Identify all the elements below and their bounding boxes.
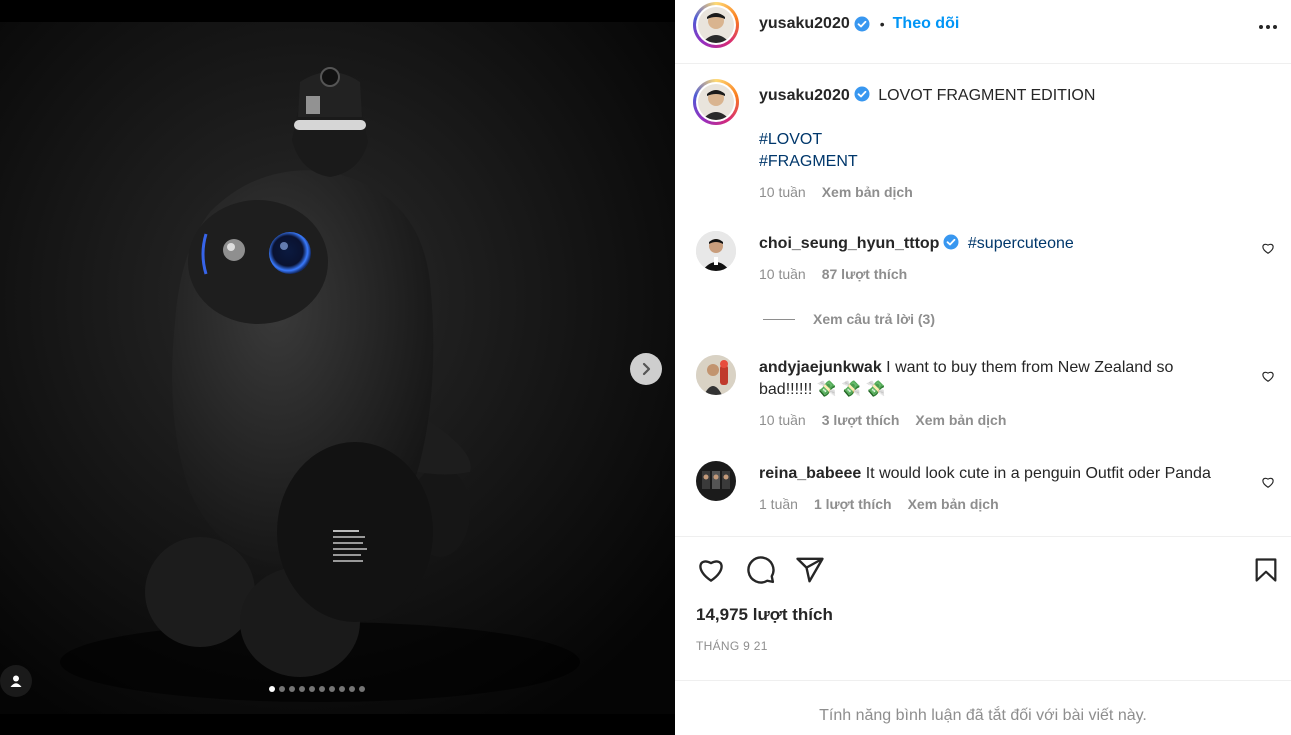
tagged-users-button[interactable] xyxy=(0,665,32,697)
more-horizontal-icon xyxy=(1259,25,1277,29)
more-options-button[interactable] xyxy=(1257,16,1279,43)
comments-list[interactable]: yusaku2020 LOVOT FRAGMENT EDITION #LOVOT… xyxy=(675,65,1291,536)
verified-badge-icon xyxy=(854,86,870,102)
caption-text: LOVOT FRAGMENT EDITION xyxy=(878,87,1096,104)
carousel-dot xyxy=(339,686,345,692)
caption-author-avatar[interactable] xyxy=(693,79,739,125)
caption-age: 10 tuần xyxy=(759,184,806,200)
post-actions-bar xyxy=(675,536,1291,602)
carousel-dot xyxy=(319,686,325,692)
carousel-dot xyxy=(329,686,335,692)
header-separator: • xyxy=(879,16,885,32)
comment-like-button[interactable] xyxy=(1261,475,1275,494)
heart-icon xyxy=(1262,477,1274,488)
comment-username[interactable]: choi_seung_hyun_tttop xyxy=(759,235,939,252)
heart-icon xyxy=(1262,243,1274,254)
replies-divider xyxy=(763,318,795,320)
save-button[interactable] xyxy=(1252,555,1280,590)
user-tag-icon xyxy=(10,675,22,687)
commenter-avatar[interactable] xyxy=(696,355,736,395)
translate-button[interactable]: Xem bản dịch xyxy=(908,493,999,515)
translate-button[interactable]: Xem bản dịch xyxy=(822,181,913,203)
comment-username[interactable]: reina_babeee xyxy=(759,465,861,482)
author-username[interactable]: yusaku2020 xyxy=(759,15,850,33)
comment-text[interactable]: #supercuteone xyxy=(968,235,1074,252)
author-avatar[interactable] xyxy=(693,2,739,48)
carousel-dot xyxy=(349,686,355,692)
commenter-avatar[interactable] xyxy=(696,231,736,271)
comment-button[interactable] xyxy=(746,555,776,590)
comment-username[interactable]: andyjaejunkwak xyxy=(759,359,882,376)
comment-age: 1 tuần xyxy=(759,496,798,512)
carousel-dot xyxy=(299,686,305,692)
post-date[interactable]: THÁNG 9 21 xyxy=(696,639,768,653)
post-header: yusaku2020 • Theo dõi xyxy=(675,0,1291,64)
heart-icon xyxy=(699,560,723,582)
post-photo-lovot-robot xyxy=(0,22,675,714)
share-icon xyxy=(796,557,824,583)
like-count[interactable]: 14,975 lượt thích xyxy=(696,605,833,625)
chevron-right-icon xyxy=(642,362,651,376)
comment-text: It would look cute in a penguin Outfit o… xyxy=(865,465,1211,482)
carousel-dot xyxy=(279,686,285,692)
caption-username[interactable]: yusaku2020 xyxy=(759,87,850,104)
verified-badge-icon xyxy=(943,234,959,250)
comment-like-button[interactable] xyxy=(1261,241,1275,260)
view-replies-label[interactable]: Xem câu trả lời (3) xyxy=(813,311,935,327)
view-replies-button[interactable]: Xem câu trả lời (3) xyxy=(763,311,935,327)
carousel-indicator xyxy=(269,686,365,692)
verified-badge-icon xyxy=(854,16,870,32)
carousel-next-button[interactable] xyxy=(630,353,662,385)
comment-age: 10 tuần xyxy=(759,266,806,282)
carousel-dot xyxy=(359,686,365,692)
hashtag-link[interactable]: #FRAGMENT xyxy=(759,151,1229,173)
comment-age: 10 tuần xyxy=(759,412,806,428)
hashtag-link[interactable]: #LOVOT xyxy=(759,129,1229,151)
share-button[interactable] xyxy=(795,555,825,590)
carousel-dot xyxy=(289,686,295,692)
follow-button[interactable]: Theo dõi xyxy=(893,15,960,33)
comment-box-area: Tính năng bình luận đã tắt đối với bài v… xyxy=(675,680,1291,735)
comment-like-button[interactable] xyxy=(1261,369,1275,388)
comments-disabled-notice: Tính năng bình luận đã tắt đối với bài v… xyxy=(819,707,1147,724)
post-media[interactable] xyxy=(0,22,675,714)
like-button[interactable] xyxy=(696,555,726,590)
commenter-avatar[interactable] xyxy=(696,461,736,501)
comment-likes[interactable]: 1 lượt thích xyxy=(814,493,892,515)
carousel-dot-active xyxy=(269,686,275,692)
comment-likes[interactable]: 3 lượt thích xyxy=(822,409,900,431)
heart-icon xyxy=(1262,371,1274,382)
bookmark-icon xyxy=(1255,558,1277,582)
carousel-dot xyxy=(309,686,315,692)
translate-button[interactable]: Xem bản dịch xyxy=(915,409,1006,431)
post-panel: yusaku2020 • Theo dõi yusaku2020 LOVOT F… xyxy=(675,0,1291,735)
comment-likes[interactable]: 87 lượt thích xyxy=(822,263,907,285)
comment-icon xyxy=(747,556,775,584)
